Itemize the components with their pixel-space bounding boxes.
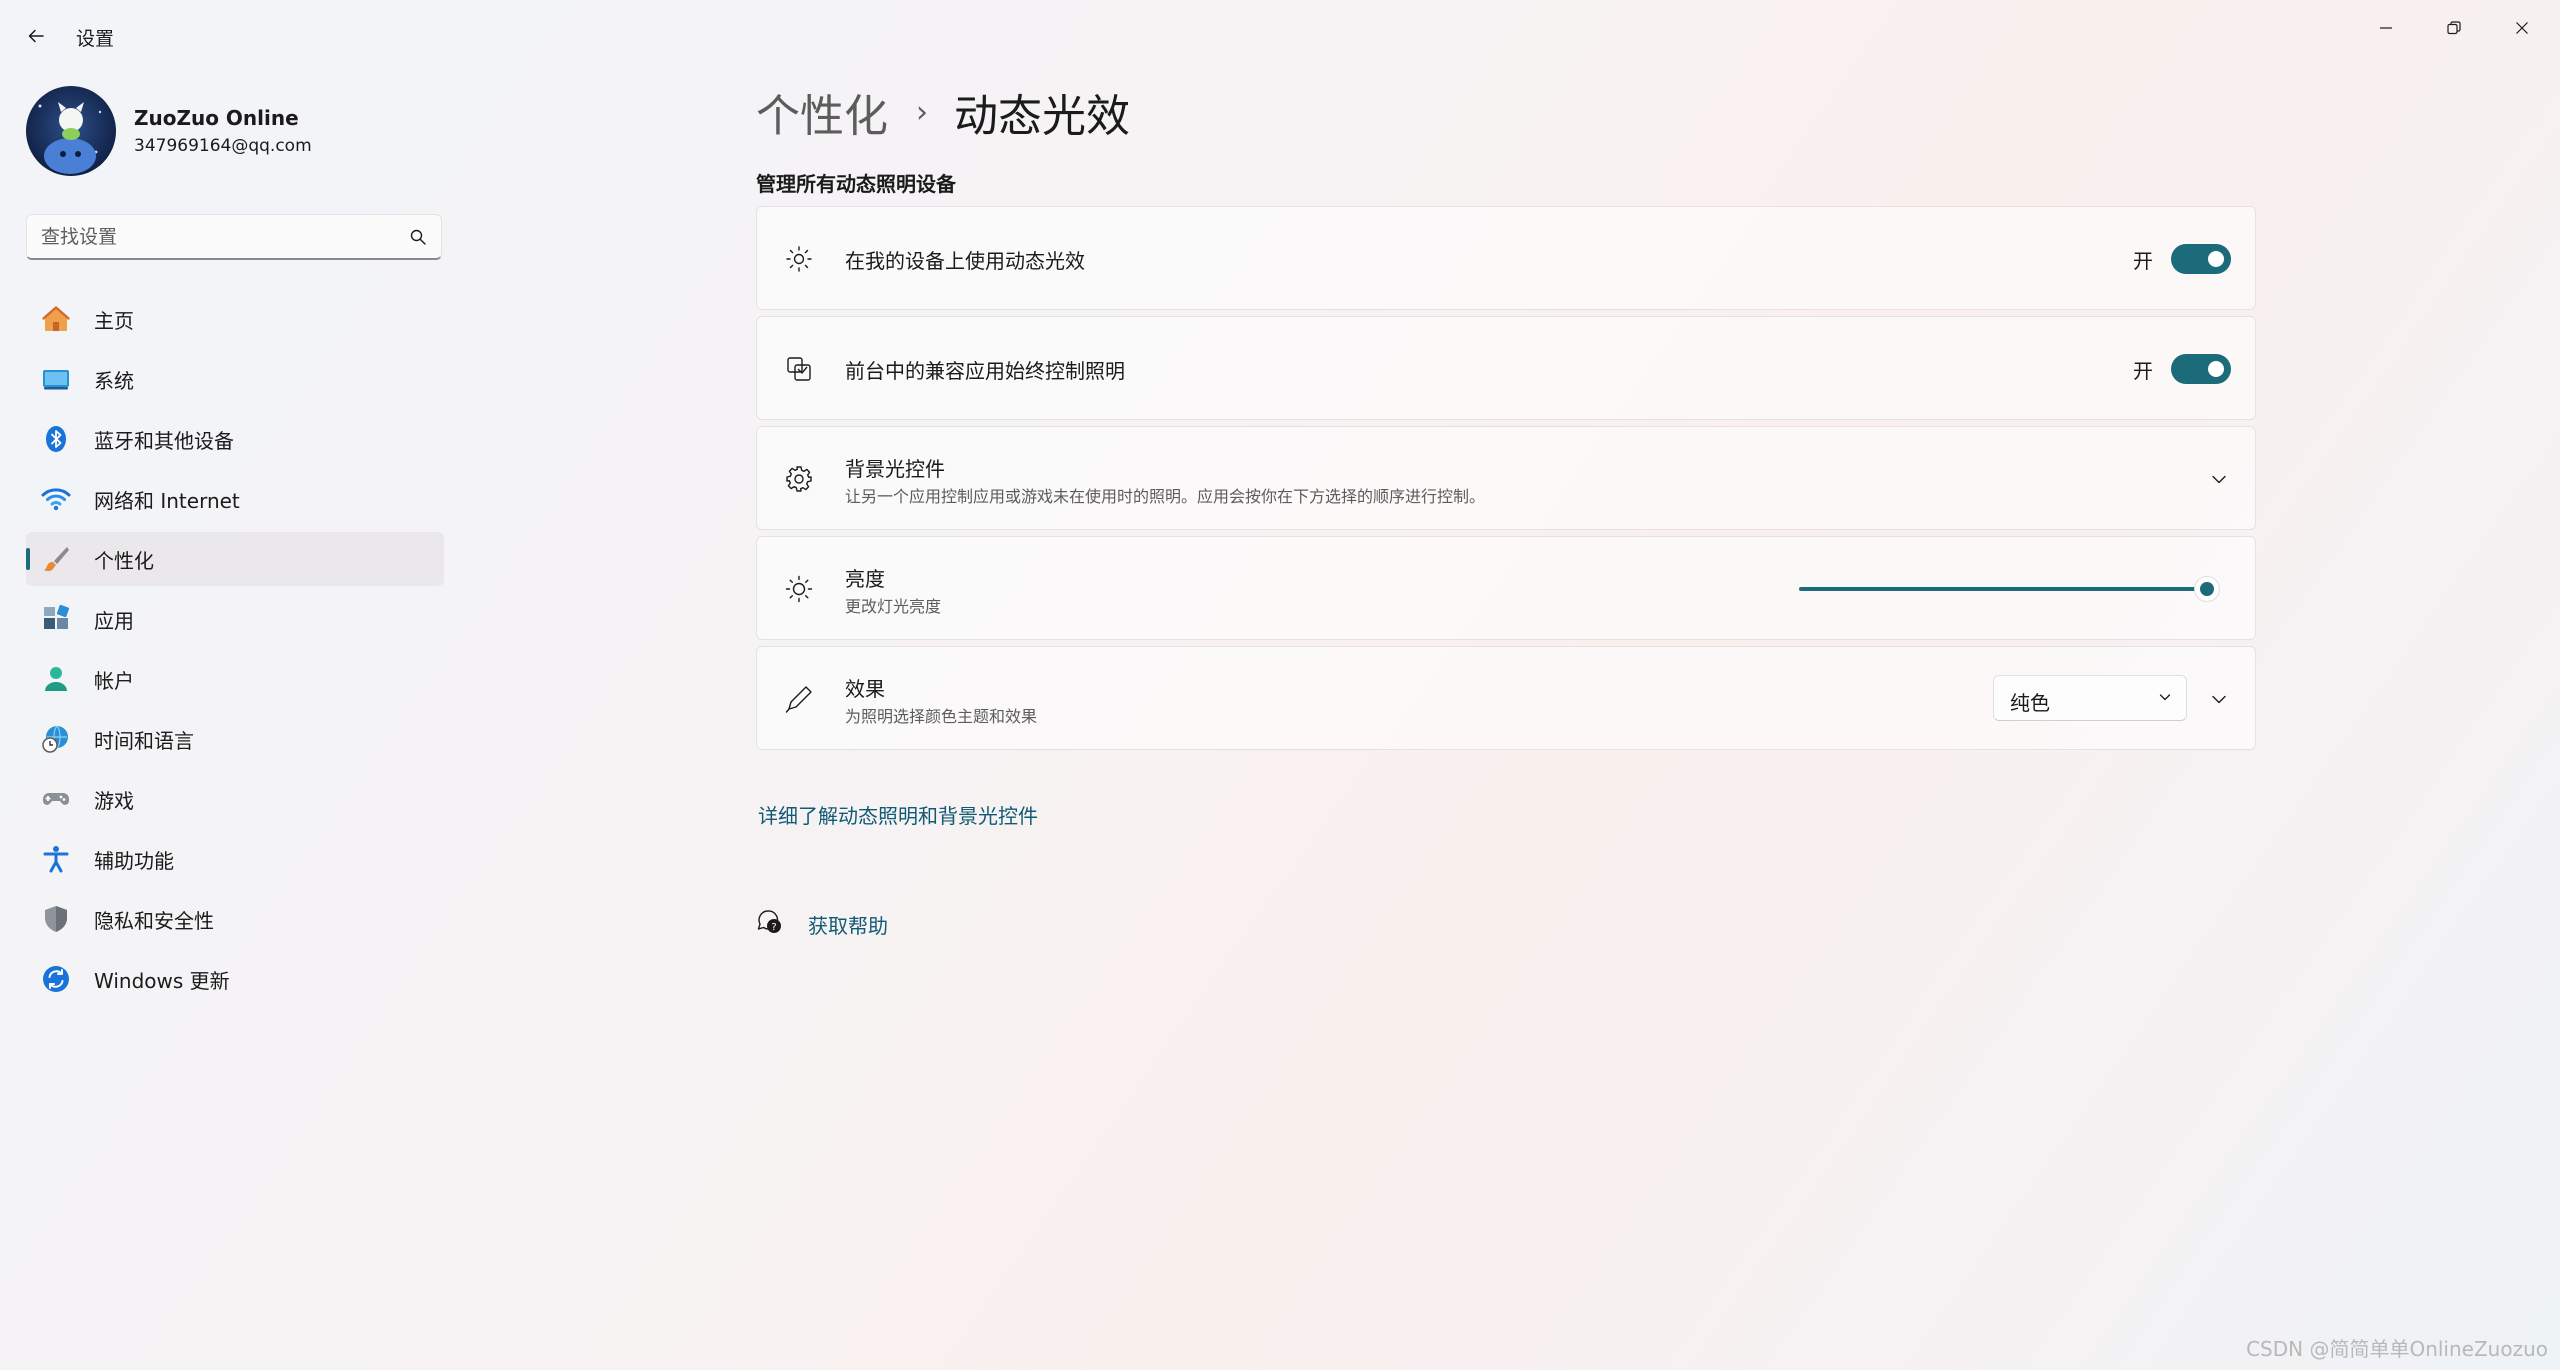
- effects-card[interactable]: 效果 为照明选择颜色主题和效果 纯色: [756, 646, 2256, 750]
- apps-icon: [40, 603, 72, 635]
- chevron-down-icon: [2156, 688, 2174, 710]
- card-description: 为照明选择颜色主题和效果: [845, 707, 1038, 726]
- brightness-slider[interactable]: [1799, 577, 2219, 601]
- sidebar-nav: 主页 系统 蓝牙和其他设备 网络和 Internet 个性化 应用 帐户 时间和…: [26, 292, 444, 1012]
- card-title: 效果: [845, 677, 885, 701]
- breadcrumb-separator: ›: [916, 94, 928, 130]
- slider-thumb[interactable]: [2195, 577, 2219, 601]
- sidebar-item-label: 应用: [94, 608, 134, 633]
- chevron-down-icon[interactable]: [2207, 687, 2231, 711]
- card-title: 在我的设备上使用动态光效: [845, 249, 1085, 273]
- get-help[interactable]: ? 获取帮助: [756, 908, 888, 940]
- ambient-lighting-card[interactable]: 背景光控件 让另一个应用控制应用或游戏未在使用时的照明。应用会按你在下方选择的顺…: [756, 426, 2256, 530]
- use-dynamic-lighting-toggle[interactable]: [2171, 244, 2231, 274]
- compatible-apps-toggle[interactable]: [2171, 354, 2231, 384]
- profile-email: 347969164@qq.com: [134, 136, 312, 156]
- sidebar-item-label: 隐私和安全性: [94, 908, 214, 933]
- system-icon: [40, 363, 72, 395]
- gamepad-icon: [40, 783, 72, 815]
- close-icon: [2516, 22, 2528, 34]
- section-title: 管理所有动态照明设备: [756, 172, 956, 196]
- use-dynamic-lighting-card: 在我的设备上使用动态光效 开: [756, 206, 2256, 310]
- card-description: 让另一个应用控制应用或游戏未在使用时的照明。应用会按你在下方选择的顺序进行控制。: [845, 487, 1486, 506]
- arrow-left-icon: [28, 29, 44, 43]
- sidebar-item-label: 游戏: [94, 788, 134, 813]
- sidebar-item-personalization[interactable]: 个性化: [26, 532, 444, 586]
- pen-icon: [783, 683, 815, 715]
- page-title: 动态光效: [954, 91, 1130, 142]
- sidebar-item-accounts[interactable]: 帐户: [26, 652, 444, 706]
- accessibility-icon: [40, 843, 72, 875]
- search-box[interactable]: [26, 214, 442, 260]
- brightness-card: 亮度 更改灯光亮度: [756, 536, 2256, 640]
- app-title: 设置: [76, 28, 115, 50]
- card-description: 更改灯光亮度: [845, 597, 942, 616]
- sidebar-item-gaming[interactable]: 游戏: [26, 772, 444, 826]
- home-icon: [40, 303, 72, 335]
- sidebar-item-apps[interactable]: 应用: [26, 592, 444, 646]
- svg-text:?: ?: [771, 922, 776, 933]
- shield-icon: [40, 903, 72, 935]
- sidebar-item-bluetooth[interactable]: 蓝牙和其他设备: [26, 412, 444, 466]
- gear-icon: [783, 463, 815, 495]
- bluetooth-icon: [40, 423, 72, 455]
- brightness-icon: [783, 573, 815, 605]
- card-title: 前台中的兼容应用始终控制照明: [845, 359, 1125, 383]
- dynamic-lighting-icon: [783, 243, 815, 275]
- chevron-down-icon[interactable]: [2207, 467, 2231, 491]
- sidebar-item-home[interactable]: 主页: [26, 292, 444, 346]
- watermark: CSDN @简简单单OnlineZuozuo: [2246, 1337, 2548, 1361]
- restore-icon: [2447, 21, 2461, 35]
- sidebar-item-system[interactable]: 系统: [26, 352, 444, 406]
- effect-dropdown[interactable]: 纯色: [1993, 675, 2187, 721]
- minimize-icon: [2380, 27, 2392, 29]
- brush-icon: [40, 543, 72, 575]
- wifi-icon: [40, 483, 72, 515]
- sidebar-item-label: 个性化: [94, 548, 154, 573]
- title-bar: 设置: [0, 0, 2560, 70]
- breadcrumb: 个性化 › 动态光效: [756, 80, 1130, 144]
- card-title: 亮度: [845, 567, 885, 591]
- sidebar-item-windows-update[interactable]: Windows 更新: [26, 952, 444, 1006]
- get-help-label: 获取帮助: [808, 913, 888, 938]
- app-lighting-icon: [783, 353, 815, 385]
- dropdown-value: 纯色: [2010, 691, 2050, 715]
- update-icon: [40, 963, 72, 995]
- sidebar-item-label: 辅助功能: [94, 848, 174, 873]
- globe-clock-icon: [40, 723, 72, 755]
- search-input[interactable]: [41, 224, 381, 250]
- compatible-apps-card: 前台中的兼容应用始终控制照明 开: [756, 316, 2256, 420]
- sidebar-item-label: 蓝牙和其他设备: [94, 428, 234, 453]
- sidebar-item-privacy[interactable]: 隐私和安全性: [26, 892, 444, 946]
- toggle-state-label: 开: [2133, 359, 2153, 383]
- toggle-state-label: 开: [2133, 249, 2153, 273]
- sidebar-item-network[interactable]: 网络和 Internet: [26, 472, 444, 526]
- back-button[interactable]: [20, 20, 52, 52]
- close-button[interactable]: [2492, 8, 2552, 48]
- card-title: 背景光控件: [845, 457, 945, 481]
- sidebar-item-label: 网络和 Internet: [94, 488, 240, 513]
- search-icon[interactable]: [409, 228, 427, 250]
- slider-track: [1799, 587, 2219, 591]
- sidebar-item-label: 主页: [94, 308, 134, 333]
- sidebar-item-time-language[interactable]: 时间和语言: [26, 712, 444, 766]
- sidebar-item-label: 时间和语言: [94, 728, 194, 753]
- profile-name: ZuoZuo Online: [134, 106, 299, 130]
- account-icon: [40, 663, 72, 695]
- toggle-knob: [2208, 361, 2224, 377]
- sidebar-item-label: 系统: [94, 368, 134, 393]
- sidebar-item-label: Windows 更新: [94, 968, 230, 993]
- minimize-button[interactable]: [2356, 8, 2416, 48]
- user-profile[interactable]: ZuoZuo Online 347969164@qq.com: [26, 86, 312, 176]
- avatar: [26, 86, 116, 176]
- learn-more-link[interactable]: 详细了解动态照明和背景光控件: [758, 800, 1038, 829]
- sidebar-item-label: 帐户: [94, 668, 134, 693]
- restore-button[interactable]: [2424, 8, 2484, 48]
- sidebar-item-accessibility[interactable]: 辅助功能: [26, 832, 444, 886]
- toggle-knob: [2208, 251, 2224, 267]
- breadcrumb-parent[interactable]: 个性化: [756, 80, 888, 144]
- help-icon: ?: [756, 908, 784, 940]
